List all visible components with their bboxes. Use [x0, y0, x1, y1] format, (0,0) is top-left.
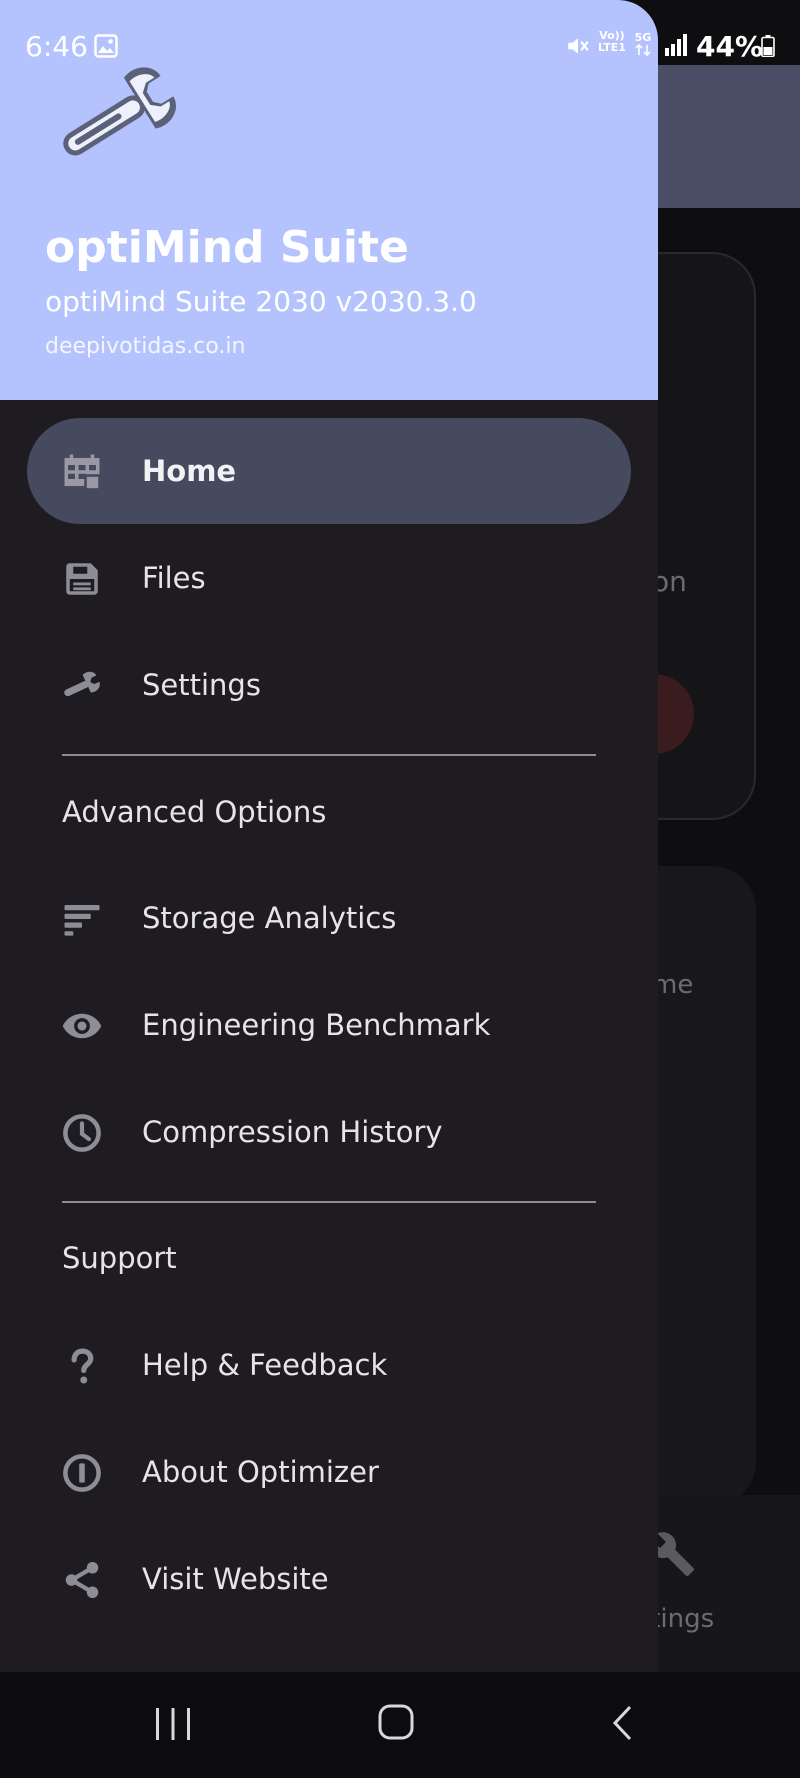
menu-item-about-optimizer[interactable]: About Optimizer: [27, 1419, 631, 1525]
back-icon[interactable]: [610, 1704, 634, 1742]
menu-item-visit-website[interactable]: Visit Website: [27, 1526, 631, 1632]
menu-item-label: Help & Feedback: [142, 1348, 388, 1382]
divider: [62, 1201, 596, 1203]
home-button-icon[interactable]: [378, 1704, 414, 1740]
menu-item-home[interactable]: Home: [27, 418, 631, 524]
question-icon: [71, 1348, 94, 1384]
battery-icon: [761, 35, 775, 57]
navigation-drawer: optiMind Suite optiMind Suite 2030 v2030…: [0, 0, 658, 1672]
menu-item-label: Files: [142, 561, 206, 595]
mute-icon: [568, 38, 589, 54]
status-time: 6:46: [25, 30, 88, 63]
menu-item-engineering-benchmark[interactable]: Engineering Benchmark: [27, 972, 631, 1078]
network-type-label: 5G: [635, 31, 652, 44]
menu-item-label: Engineering Benchmark: [142, 1008, 491, 1042]
menu-item-storage-analytics[interactable]: Storage Analytics: [27, 865, 631, 971]
signal-icon: [665, 34, 687, 56]
battery-percentage: 44%: [696, 30, 764, 63]
status-bar: 6:46 Vo)) LTE1 5G 44%: [0, 0, 800, 92]
app-title: optiMind Suite: [45, 222, 409, 273]
menu-item-help-feedback[interactable]: Help & Feedback: [27, 1312, 631, 1418]
app-version: optiMind Suite 2030 v2030.3.0: [45, 285, 477, 318]
sort-lines-icon: [64, 905, 100, 936]
menu-item-label: Storage Analytics: [142, 901, 397, 935]
app-website-url: deepivotidas.co.in: [45, 334, 246, 359]
menu-item-label: About Optimizer: [142, 1455, 379, 1489]
menu-item-label: Home: [142, 454, 237, 488]
gallery-icon: [94, 34, 118, 58]
menu-item-label: Settings: [142, 668, 261, 702]
volte-icon: Vo)) LTE1: [598, 30, 626, 54]
wrench-icon: [64, 671, 100, 697]
network-5g-icon: 5G: [635, 31, 652, 57]
background-card-text: me: [652, 970, 694, 1000]
section-header-advanced: Advanced Options: [62, 795, 327, 829]
recents-icon[interactable]: [152, 1706, 194, 1742]
save-icon: [66, 563, 98, 595]
clock-icon: [63, 1114, 101, 1152]
menu-item-settings[interactable]: Settings: [27, 632, 631, 738]
lte-label: LTE1: [598, 41, 626, 54]
menu-item-compression-history[interactable]: Compression History: [27, 1079, 631, 1185]
menu-item-files[interactable]: Files: [27, 525, 631, 631]
share-icon: [65, 1561, 99, 1599]
dashboard-icon: [64, 454, 101, 491]
section-header-support: Support: [62, 1241, 177, 1275]
menu-item-label: Compression History: [142, 1115, 443, 1149]
eye-icon: [62, 1013, 102, 1039]
info-icon: [63, 1454, 101, 1492]
divider: [62, 754, 596, 756]
menu-item-label: Visit Website: [142, 1562, 329, 1596]
